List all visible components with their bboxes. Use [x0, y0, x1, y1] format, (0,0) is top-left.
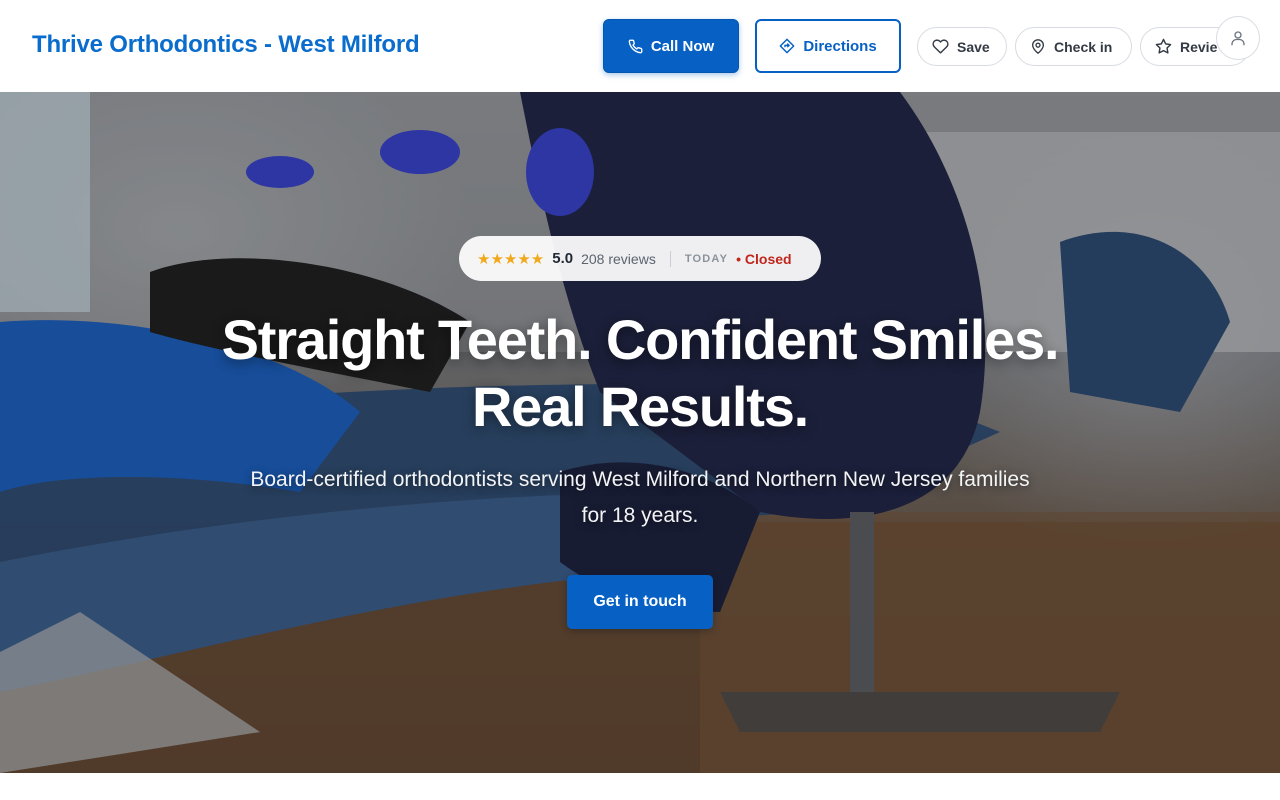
open-status: • Closed [736, 250, 792, 267]
phone-icon [628, 39, 643, 54]
user-account-button[interactable] [1216, 16, 1260, 60]
rating-status-pill[interactable]: ★★★★★ 5.0 208 reviews TODAY • Closed [459, 236, 821, 281]
headline-line-1: Straight Teeth. Confident Smiles. [221, 308, 1060, 371]
divider [669, 250, 671, 267]
today-label: TODAY [684, 252, 729, 265]
review-count[interactable]: 208 reviews [581, 251, 656, 267]
directions-label: Directions [803, 37, 877, 55]
save-button[interactable]: Save [917, 27, 1007, 66]
directions-icon [779, 38, 795, 54]
star-icon [1155, 38, 1172, 55]
get-in-touch-button[interactable]: Get in touch [567, 575, 713, 629]
check-in-label: Check in [1054, 38, 1113, 55]
heart-icon [932, 38, 949, 55]
headline-line-2: Real Results. [471, 375, 809, 438]
hero-headline: Straight Teeth. Confident Smiles. Real R… [140, 306, 1140, 440]
rating-stars: ★★★★★ [477, 250, 545, 268]
top-header: Thrive Orthodontics - West Milford Call … [0, 0, 1280, 92]
directions-button[interactable]: Directions [755, 19, 901, 73]
rating-score: 5.0 [552, 250, 574, 267]
map-pin-icon [1030, 38, 1046, 55]
hero-subtitle: Board-certified orthodontists serving We… [250, 468, 1030, 527]
call-now-button[interactable]: Call Now [603, 19, 739, 73]
review-label: Revie [1180, 38, 1218, 55]
call-now-label: Call Now [650, 37, 715, 55]
save-label: Save [957, 38, 990, 55]
check-in-button[interactable]: Check in [1015, 27, 1132, 66]
hero-section: ★★★★★ 5.0 208 reviews TODAY • Closed Str… [0, 92, 1280, 773]
user-icon [1229, 29, 1247, 47]
brand-title[interactable]: Thrive Orthodontics - West Milford [32, 31, 420, 59]
